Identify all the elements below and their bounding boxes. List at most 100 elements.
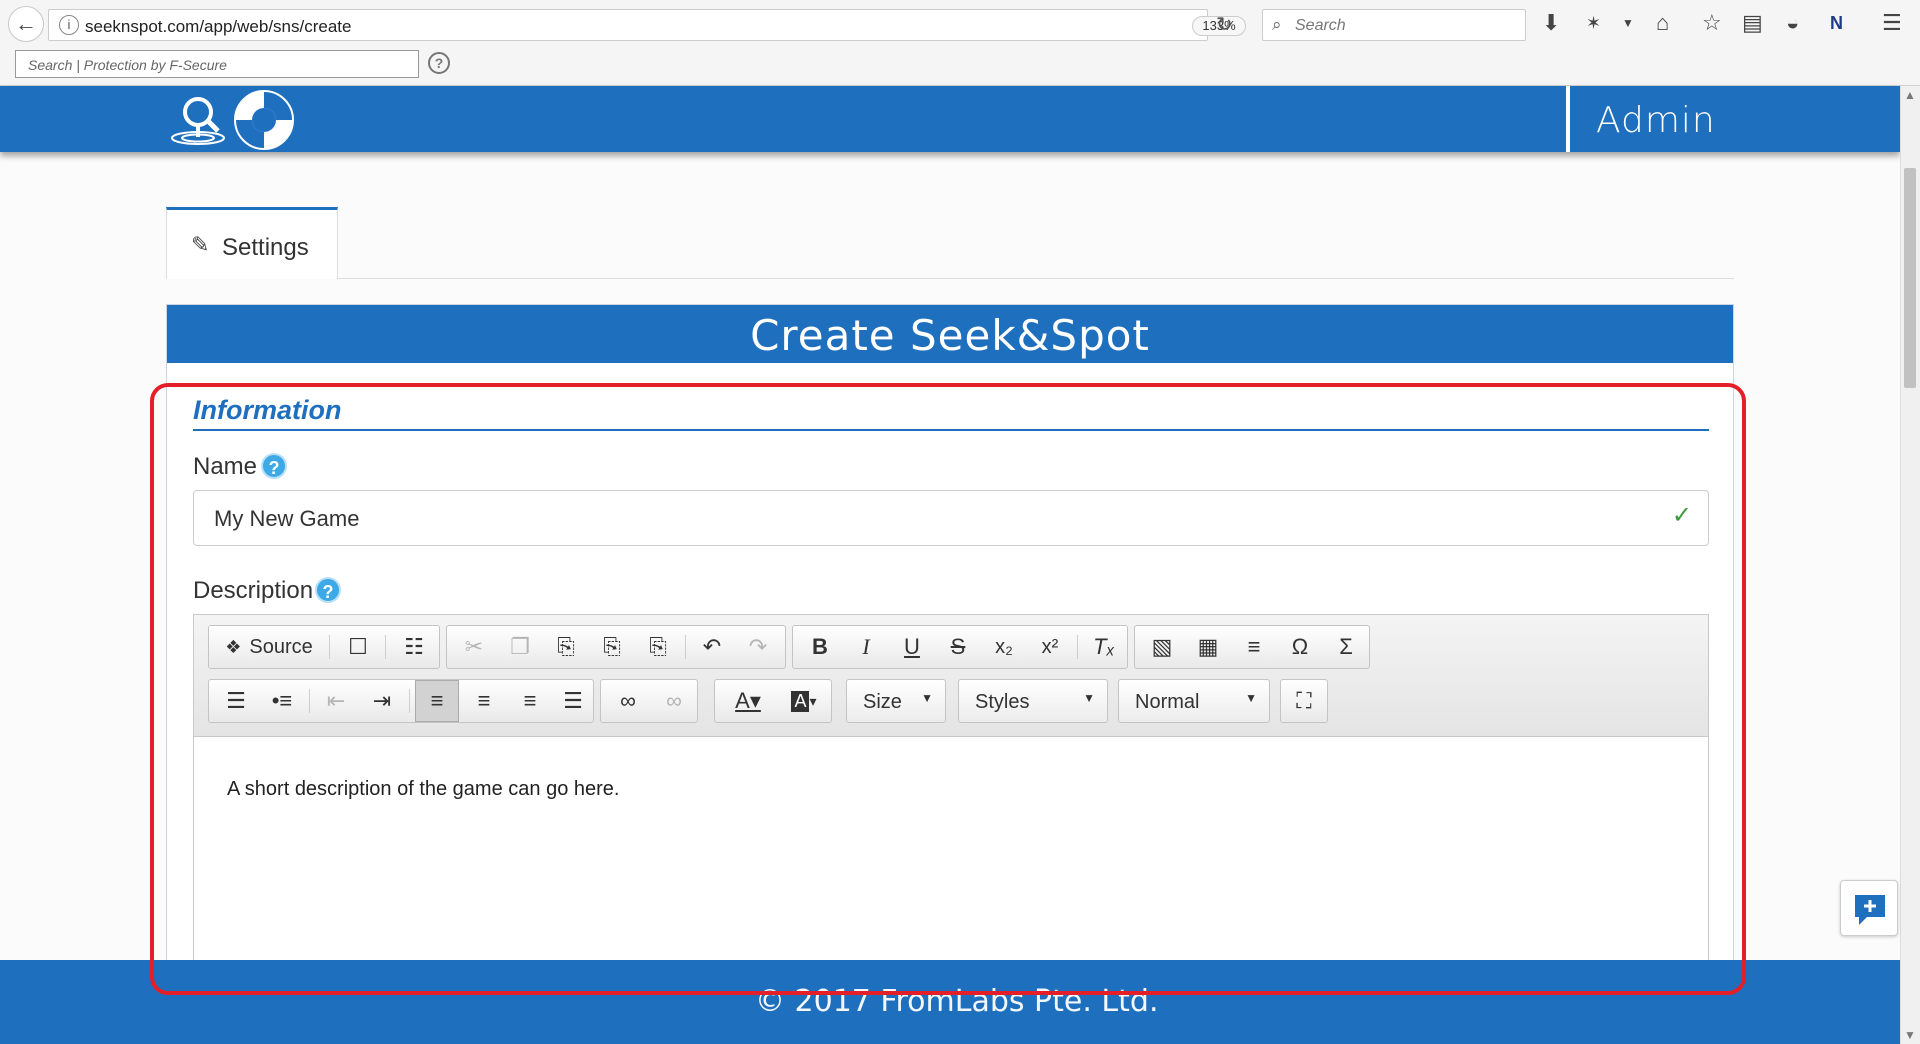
bulleted-list-button[interactable]: •≡: [261, 680, 303, 722]
maximize-icon: ⛶: [1296, 688, 1312, 713]
lifebuoy-logo-icon[interactable]: [232, 88, 296, 152]
paste-word-icon: ⎘: [649, 634, 667, 659]
fsecure-search-input[interactable]: Search | Protection by F-Secure: [15, 50, 419, 78]
footer: © 2017 FromLabs Pte. Ltd.: [0, 960, 1900, 1044]
strikethrough-icon: S: [950, 634, 966, 659]
search-placeholder: Search: [1295, 17, 1346, 34]
name-input[interactable]: My New Game ✓: [193, 490, 1709, 546]
scrollbar-thumb[interactable]: [1904, 168, 1916, 388]
editor-toolbar: ❖ Source ☐ ☷ ✂ ❐ ⎘ ⎘ ⎘ ↶ ↷ B I U S x₂ x²…: [194, 615, 1708, 737]
toolbar-group-colors: A▾ A ▾: [714, 679, 832, 723]
browser-search-input[interactable]: ⌕ Search: [1262, 9, 1526, 41]
paste-text-button[interactable]: ⎘: [591, 626, 633, 668]
sigma-icon: Σ: [1339, 634, 1353, 659]
toolbar-group-document: ❖ Source ☐ ☷: [208, 625, 440, 669]
name-label: Name: [193, 453, 258, 480]
format-dropdown-label: Normal: [1135, 691, 1200, 713]
cut-icon: ✂: [464, 634, 484, 659]
special-char-button[interactable]: Ω: [1279, 626, 1321, 668]
browser-chrome: ← i seeknspot.com/app/web/sns/create 133…: [0, 0, 1920, 86]
table-icon: ▦: [1197, 634, 1219, 659]
omega-icon: Ω: [1291, 634, 1309, 659]
remove-format-button[interactable]: Tₓ: [1083, 626, 1125, 668]
reload-icon[interactable]: ↻: [1216, 12, 1233, 37]
align-left-button[interactable]: ≡: [415, 680, 459, 722]
home-icon[interactable]: ⌂: [1656, 11, 1669, 35]
subscript-button[interactable]: x₂: [983, 626, 1025, 668]
source-button[interactable]: ❖ Source: [217, 626, 321, 668]
chevron-down-icon: ▾: [809, 692, 817, 709]
download-icon[interactable]: ⬇: [1542, 11, 1560, 35]
italic-button[interactable]: I: [845, 626, 887, 668]
table-button[interactable]: ▦: [1187, 626, 1229, 668]
underline-button[interactable]: U: [891, 626, 933, 668]
copy-button[interactable]: ❐: [499, 626, 541, 668]
styles-dropdown[interactable]: Styles ▼: [958, 679, 1108, 723]
url-bar[interactable]: i seeknspot.com/app/web/sns/create 133%: [48, 9, 1246, 41]
back-button[interactable]: ←: [8, 6, 44, 42]
scroll-down-icon[interactable]: ▼: [1904, 1028, 1916, 1042]
extension-icon[interactable]: ✶: [1586, 11, 1601, 35]
reading-list-icon[interactable]: ▤: [1742, 11, 1763, 35]
admin-label[interactable]: Admin: [1596, 100, 1716, 141]
name-help-icon[interactable]: ?: [261, 453, 287, 479]
unlink-button[interactable]: ∞: [653, 680, 695, 722]
paste-word-button[interactable]: ⎘: [637, 626, 679, 668]
background-color-button[interactable]: A ▾: [777, 680, 831, 722]
underline-icon: U: [904, 634, 920, 659]
bookmark-star-icon[interactable]: ☆: [1702, 11, 1722, 35]
indent-icon: ⇥: [372, 688, 392, 713]
numbered-list-button[interactable]: ☰: [215, 680, 257, 722]
copy-icon: ❐: [510, 634, 530, 659]
pocket-icon[interactable]: ◒: [1786, 11, 1799, 35]
valid-check-icon: ✓: [1671, 502, 1692, 529]
location-pin-logo-icon[interactable]: [170, 94, 226, 146]
maximize-button[interactable]: ⛶: [1283, 680, 1325, 722]
scroll-up-icon[interactable]: ▲: [1904, 88, 1916, 102]
format-dropdown[interactable]: Normal ▼: [1118, 679, 1270, 723]
bulleted-list-icon: •≡: [271, 688, 293, 713]
preview-button[interactable]: ☷: [393, 626, 435, 668]
tab-settings-label: Settings: [222, 234, 309, 261]
paste-text-icon: ⎘: [603, 634, 621, 659]
toolbar-separator: [329, 635, 330, 659]
redo-button[interactable]: ↷: [737, 626, 779, 668]
horizontal-line-button[interactable]: ≡: [1233, 626, 1275, 668]
justify-button[interactable]: ☰: [553, 680, 593, 722]
link-icon: ∞: [620, 688, 636, 713]
strikethrough-button[interactable]: S: [937, 626, 979, 668]
justify-icon: ☰: [563, 688, 583, 713]
site-info-icon[interactable]: i: [59, 15, 79, 35]
chevron-down-icon[interactable]: ▼: [1622, 11, 1634, 35]
indent-button[interactable]: ⇥: [361, 680, 403, 722]
cut-button[interactable]: ✂: [453, 626, 495, 668]
panel-header: Create Seek&Spot: [167, 305, 1733, 363]
unlink-icon: ∞: [666, 688, 682, 713]
tab-settings[interactable]: ✎ Settings: [166, 207, 338, 279]
superscript-button[interactable]: x²: [1029, 626, 1071, 668]
toolbar-group-basic-styles: B I U S x₂ x² Tₓ: [792, 625, 1128, 669]
toolbar-separator: [385, 635, 386, 659]
paste-button[interactable]: ⎘: [545, 626, 587, 668]
image-button[interactable]: ▧: [1141, 626, 1183, 668]
new-page-button[interactable]: ☐: [337, 626, 379, 668]
align-center-button[interactable]: ≡: [463, 680, 505, 722]
description-help-icon[interactable]: ?: [315, 577, 341, 603]
outdent-button[interactable]: ⇤: [315, 680, 357, 722]
align-right-button[interactable]: ≡: [509, 680, 551, 722]
undo-button[interactable]: ↶: [691, 626, 733, 668]
text-color-button[interactable]: A▾: [721, 680, 775, 722]
chevron-down-icon: ▼: [1245, 691, 1257, 705]
size-dropdown[interactable]: Size ▼: [846, 679, 946, 723]
toolbar-separator: [409, 689, 410, 713]
url-text: seeknspot.com/app/web/sns/create: [85, 17, 352, 36]
chat-plus-icon: [1855, 895, 1885, 925]
bold-button[interactable]: B: [799, 626, 841, 668]
help-icon[interactable]: ?: [428, 52, 450, 74]
math-button[interactable]: Σ: [1325, 626, 1367, 668]
menu-icon[interactable]: ☰: [1882, 11, 1902, 35]
n-extension-icon[interactable]: N: [1830, 11, 1843, 35]
link-button[interactable]: ∞: [607, 680, 649, 722]
feedback-button[interactable]: [1840, 880, 1898, 936]
editor-content[interactable]: A short description of the game can go h…: [227, 778, 619, 801]
